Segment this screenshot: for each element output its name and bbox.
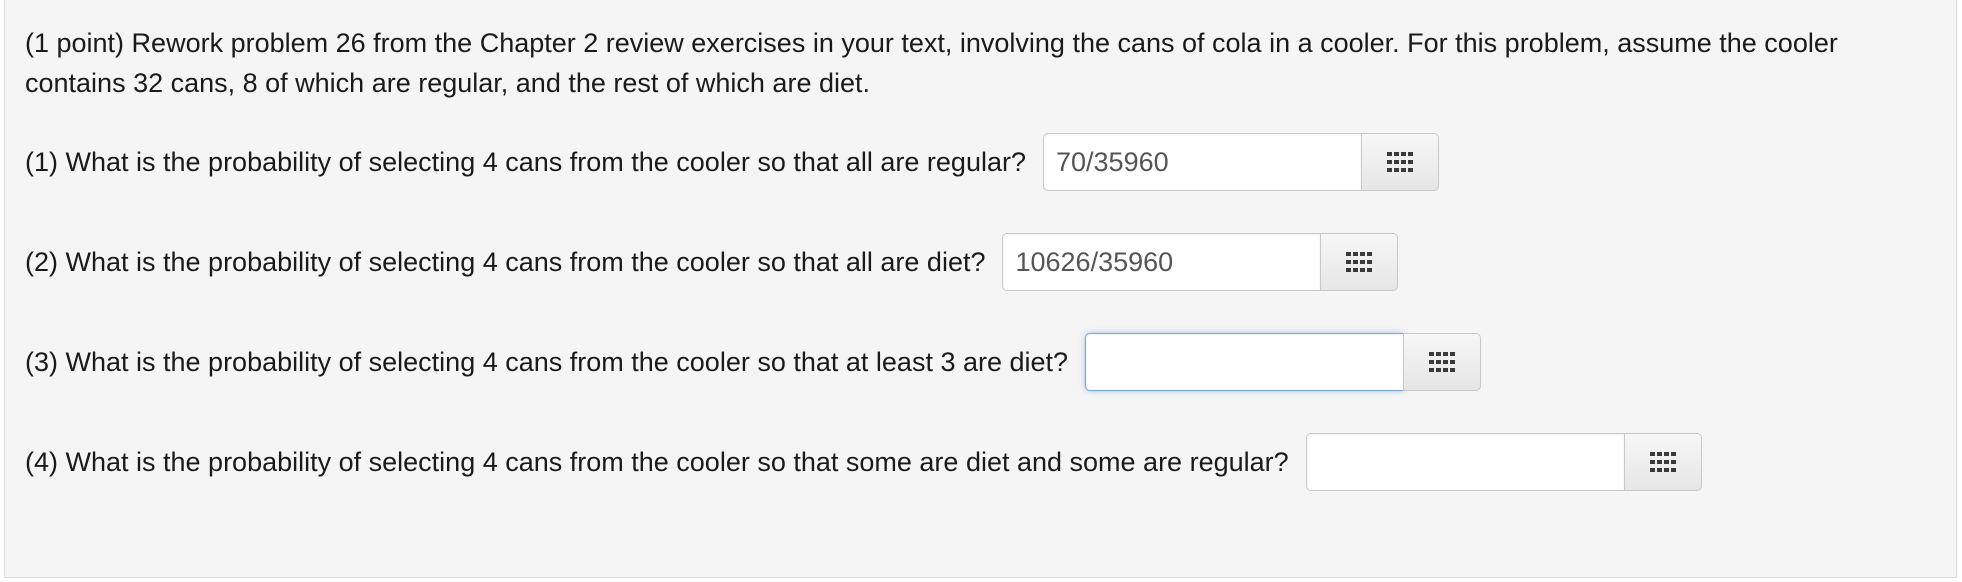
question-2-label: (2) What is the probability of selecting… xyxy=(25,246,986,277)
answer-input-3[interactable] xyxy=(1085,333,1404,391)
grid-icon xyxy=(1429,352,1456,372)
question-1: (1) What is the probability of selecting… xyxy=(25,132,1439,192)
equation-editor-button-2[interactable] xyxy=(1320,233,1399,291)
problem-statement: (1 point) Rework problem 26 from the Cha… xyxy=(25,28,1838,98)
answer-group-3 xyxy=(1085,333,1482,391)
answer-input-2[interactable] xyxy=(1002,233,1321,291)
equation-editor-button-3[interactable] xyxy=(1403,333,1482,391)
grid-icon xyxy=(1346,252,1373,272)
question-3-label: (3) What is the probability of selecting… xyxy=(25,346,1069,377)
answer-input-1[interactable] xyxy=(1043,133,1361,191)
question-2: (2) What is the probability of selecting… xyxy=(25,232,1399,292)
grid-icon xyxy=(1649,452,1676,472)
answer-input-4[interactable] xyxy=(1305,433,1624,491)
question-4: (4) What is the probability of selecting… xyxy=(25,432,1702,492)
question-3: (3) What is the probability of selecting… xyxy=(25,332,1482,392)
equation-editor-button-1[interactable] xyxy=(1361,133,1439,191)
equation-editor-button-4[interactable] xyxy=(1623,433,1702,491)
grid-icon xyxy=(1387,152,1413,172)
answer-group-4 xyxy=(1305,433,1702,491)
answer-group-1 xyxy=(1043,133,1439,191)
question-4-label: (4) What is the probability of selecting… xyxy=(25,446,1289,477)
answer-group-2 xyxy=(1002,233,1399,291)
problem-panel: (1 point) Rework problem 26 from the Cha… xyxy=(4,0,1957,578)
question-1-label: (1) What is the probability of selecting… xyxy=(25,146,1026,177)
